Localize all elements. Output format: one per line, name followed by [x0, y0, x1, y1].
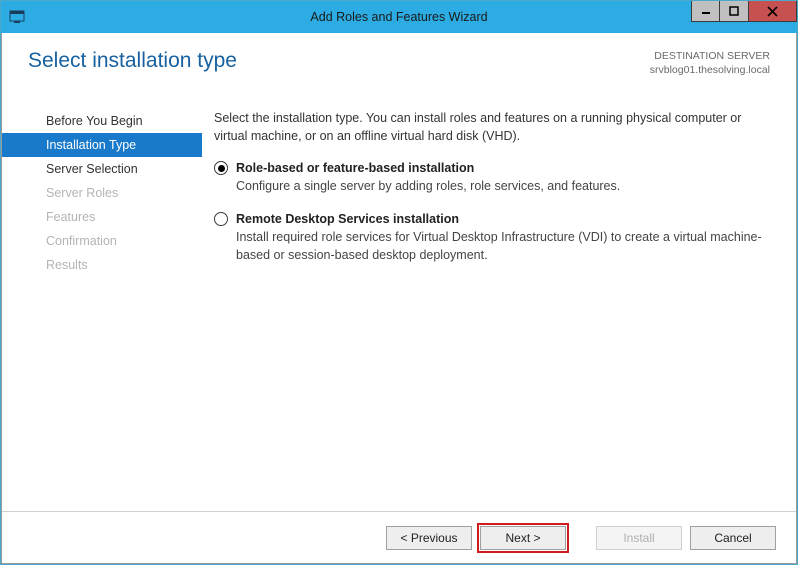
header: Select installation type DESTINATION SER… [2, 33, 796, 97]
nav-server-selection[interactable]: Server Selection [2, 157, 202, 181]
install-button: Install [596, 526, 682, 550]
destination-value: srvblog01.thesolving.local [650, 63, 770, 77]
title-bar[interactable]: Add Roles and Features Wizard [1, 1, 797, 33]
option-desc: Configure a single server by adding role… [236, 177, 770, 195]
wizard-nav: Before You Begin Installation Type Serve… [2, 103, 202, 278]
previous-button[interactable]: < Previous [386, 526, 472, 550]
body: Before You Begin Installation Type Serve… [2, 97, 796, 278]
option-title: Remote Desktop Services installation [236, 210, 770, 228]
option-title: Role-based or feature-based installation [236, 159, 770, 177]
nav-before-you-begin[interactable]: Before You Begin [2, 109, 202, 133]
nav-server-roles: Server Roles [2, 181, 202, 205]
option-text: Role-based or feature-based installation… [236, 159, 770, 195]
nav-features: Features [2, 205, 202, 229]
nav-installation-type[interactable]: Installation Type [2, 133, 202, 157]
wizard-window: Add Roles and Features Wizard Select ins… [0, 0, 798, 565]
close-button[interactable] [749, 1, 797, 22]
window-controls [691, 1, 797, 22]
destination-label: DESTINATION SERVER [650, 49, 770, 63]
option-desc: Install required role services for Virtu… [236, 228, 770, 264]
minimize-button[interactable] [691, 1, 720, 22]
content-pane: Select the installation type. You can in… [202, 103, 796, 278]
maximize-button[interactable] [720, 1, 749, 22]
intro-text: Select the installation type. You can in… [214, 109, 770, 145]
app-icon [9, 9, 25, 25]
option-rds[interactable]: Remote Desktop Services installation Ins… [214, 210, 770, 264]
cancel-button[interactable]: Cancel [690, 526, 776, 550]
destination-server-block: DESTINATION SERVER srvblog01.thesolving.… [650, 49, 770, 77]
radio-rds[interactable] [214, 212, 228, 226]
option-text: Remote Desktop Services installation Ins… [236, 210, 770, 264]
nav-results: Results [2, 253, 202, 277]
footer: < Previous Next > Install Cancel [2, 511, 796, 563]
next-button[interactable]: Next > [480, 526, 566, 550]
window-title: Add Roles and Features Wizard [1, 10, 797, 24]
client-area: Select installation type DESTINATION SER… [1, 33, 797, 564]
nav-confirmation: Confirmation [2, 229, 202, 253]
radio-role-based[interactable] [214, 161, 228, 175]
option-role-based[interactable]: Role-based or feature-based installation… [214, 159, 770, 195]
